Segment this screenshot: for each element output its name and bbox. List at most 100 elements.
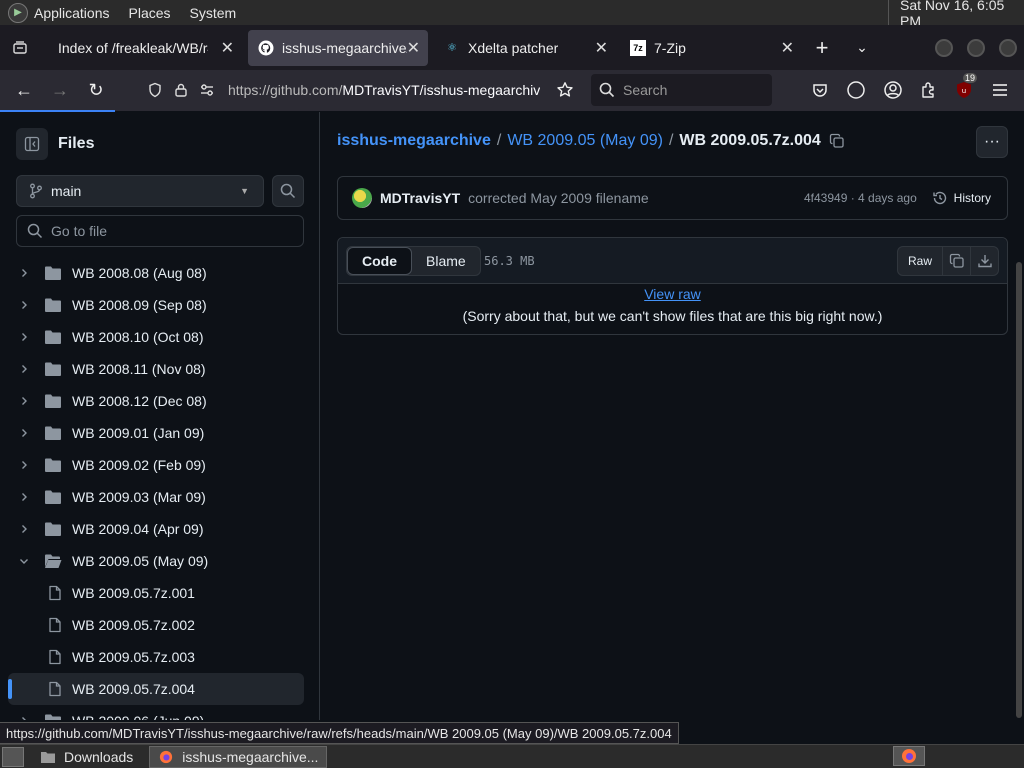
close-icon[interactable]: ✕ [595, 38, 608, 58]
tab-github-active[interactable]: isshus-megaarchive/W ✕ [248, 29, 428, 66]
forward-button[interactable]: → [42, 75, 78, 107]
tree-folder-2[interactable]: WB 2008.09 (Sep 08) [8, 289, 304, 321]
tab-overview-button[interactable] [0, 25, 40, 70]
chevron-right-icon[interactable] [16, 491, 32, 503]
collapse-sidebar-button[interactable] [16, 128, 48, 160]
lock-icon[interactable] [168, 82, 194, 98]
taskbar-item-firefox[interactable]: isshus-megaarchive... [149, 745, 328, 768]
system-menu[interactable]: System [190, 5, 237, 21]
tree-file-1[interactable]: WB 2009.05.7z.001 [8, 577, 304, 609]
tab-title: 7-Zip [654, 39, 686, 56]
commit-author[interactable]: MDTravisYT [380, 190, 460, 206]
show-desktop-button[interactable] [2, 746, 24, 767]
file-icon [48, 617, 64, 633]
download-raw-button[interactable] [971, 246, 999, 276]
circle-extension-icon[interactable] [844, 78, 868, 102]
tab-title: Index of /freakleak/WB/r4 [58, 39, 208, 56]
tree-folder-label: WB 2009.01 (Jan 09) [72, 425, 205, 441]
tray-firefox-icon[interactable] [893, 746, 925, 766]
breadcrumb-folder-link[interactable]: WB 2009.05 (May 09) [507, 132, 663, 150]
tab-xdelta[interactable]: ⚛ Xdelta patcher ✕ [434, 30, 616, 66]
url-bar[interactable]: https://github.com/MDTravisYT/isshus-meg… [142, 74, 582, 106]
kebab-icon: ··· [984, 133, 1000, 150]
tree-folder-9[interactable]: WB 2009.04 (Apr 09) [8, 513, 304, 545]
tree-folder-6[interactable]: WB 2009.01 (Jan 09) [8, 417, 304, 449]
tree-folder-7[interactable]: WB 2009.02 (Feb 09) [8, 449, 304, 481]
chevron-right-icon[interactable] [16, 331, 32, 343]
file-actions: Raw [896, 246, 999, 276]
clock[interactable]: Sat Nov 16, 6:05 PM [888, 0, 1024, 29]
shield-icon[interactable] [142, 82, 168, 98]
more-options-button[interactable]: ··· [976, 126, 1008, 158]
account-icon[interactable] [881, 78, 905, 102]
link-status-url: https://github.com/MDTravisYT/isshus-meg… [0, 722, 679, 744]
page-scrollbar[interactable] [1016, 262, 1022, 718]
file-content-box: Code Blame 56.3 MB Raw View raw (Sorry a… [337, 237, 1008, 335]
tree-file-2[interactable]: WB 2009.05.7z.002 [8, 609, 304, 641]
chevron-right-icon[interactable] [16, 395, 32, 407]
tab-7zip[interactable]: 7z 7-Zip ✕ [620, 30, 802, 66]
applications-menu[interactable]: Applications [34, 5, 110, 21]
distro-logo-icon[interactable]: ▶ [8, 2, 28, 23]
view-raw-link[interactable]: View raw [338, 286, 1007, 302]
pocket-icon[interactable] [808, 78, 832, 102]
bookmark-star-icon[interactable] [553, 78, 577, 102]
ublock-icon[interactable]: u 19 [952, 73, 978, 102]
commit-message[interactable]: corrected May 2009 filename [468, 190, 649, 206]
history-button[interactable]: History [932, 190, 991, 206]
tree-folder-5[interactable]: WB 2008.12 (Dec 08) [8, 385, 304, 417]
close-icon[interactable]: ✕ [221, 38, 234, 58]
chevron-right-icon[interactable] [16, 363, 32, 375]
close-icon[interactable]: ✕ [781, 38, 794, 58]
sidebar-title: Files [58, 135, 95, 152]
reload-button[interactable]: ↻ [78, 75, 114, 107]
tree-folder-3[interactable]: WB 2008.10 (Oct 08) [8, 321, 304, 353]
raw-button[interactable]: Raw [896, 246, 943, 276]
back-button[interactable]: ← [6, 75, 42, 107]
extensions-puzzle-icon[interactable] [917, 78, 941, 102]
list-all-tabs-button[interactable]: ⌄ [842, 39, 882, 56]
breadcrumb-repo-link[interactable]: isshus-megaarchive [337, 132, 491, 150]
chevron-right-icon[interactable] [16, 459, 32, 471]
copy-raw-button[interactable] [943, 246, 971, 276]
copy-path-icon[interactable] [829, 133, 845, 149]
permissions-icon[interactable] [194, 82, 220, 98]
tree-folder-open[interactable]: WB 2009.05 (May 09) [8, 545, 304, 577]
close-window-button[interactable] [999, 39, 1017, 57]
branch-selector[interactable]: main ▼ [16, 175, 264, 207]
folder-icon [44, 489, 62, 505]
places-menu[interactable]: Places [129, 5, 171, 21]
tree-folder-8[interactable]: WB 2009.03 (Mar 09) [8, 481, 304, 513]
folder-icon [44, 425, 62, 441]
chevron-right-icon[interactable] [16, 299, 32, 311]
new-tab-button[interactable]: + [802, 35, 842, 61]
chevron-right-icon[interactable] [16, 427, 32, 439]
firefox-icon [160, 750, 173, 763]
file-icon [48, 585, 64, 601]
search-code-button[interactable] [272, 175, 304, 207]
blame-tab[interactable]: Blame [412, 247, 480, 275]
close-icon[interactable]: ✕ [407, 38, 420, 58]
minimize-window-button[interactable] [935, 39, 953, 57]
tree-folder-4[interactable]: WB 2008.11 (Nov 08) [8, 353, 304, 385]
code-tab[interactable]: Code [347, 247, 412, 275]
go-to-file-input[interactable]: Go to file [16, 215, 304, 247]
search-bar[interactable]: Search [591, 74, 772, 106]
tree-file-4[interactable]: WB 2009.05.7z.004 [8, 673, 304, 705]
tab-index-of[interactable]: Index of /freakleak/WB/r4 ✕ [48, 30, 242, 66]
commit-sha-age[interactable]: 4f43949 · 4 days ago [804, 191, 917, 205]
taskbar-item-downloads[interactable]: Downloads [32, 746, 141, 768]
avatar[interactable] [352, 188, 372, 208]
chevron-right-icon[interactable] [16, 523, 32, 535]
tree-folder-1[interactable]: WB 2008.08 (Aug 08) [8, 257, 304, 289]
tree-file-3[interactable]: WB 2009.05.7z.003 [8, 641, 304, 673]
hamburger-menu-icon[interactable] [988, 78, 1012, 102]
tree-folder-next[interactable]: WB 2009.06 (Jun 09) [8, 705, 304, 720]
chevron-down-icon[interactable] [16, 555, 32, 567]
maximize-window-button[interactable] [967, 39, 985, 57]
search-icon [280, 183, 296, 199]
chevron-right-icon[interactable] [16, 715, 32, 720]
chevron-right-icon[interactable] [16, 267, 32, 279]
git-branch-icon [30, 183, 42, 199]
url-text[interactable]: https://github.com/MDTravisYT/isshus-meg… [228, 82, 540, 98]
